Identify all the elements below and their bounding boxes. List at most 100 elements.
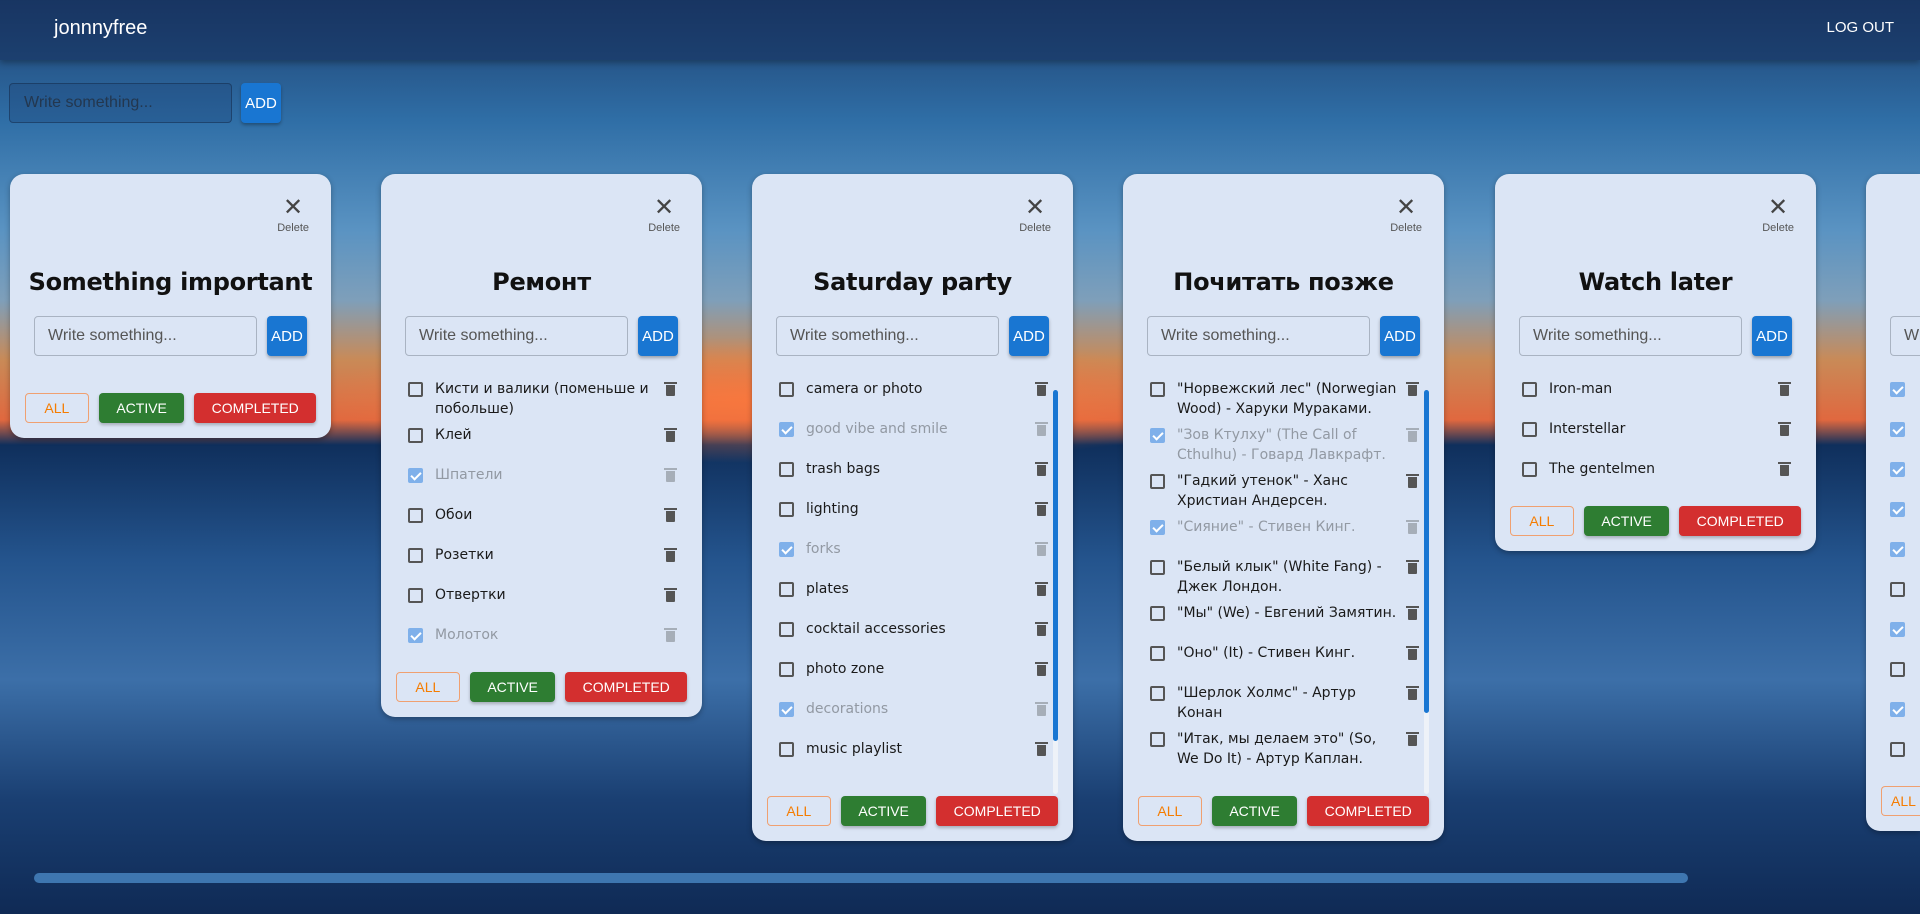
filter-active-button[interactable]: ACTIVE	[1583, 506, 1670, 536]
item-checkbox[interactable]	[1890, 542, 1905, 557]
trash-icon[interactable]	[1035, 742, 1048, 756]
new-item-input[interactable]	[34, 316, 257, 356]
scrollbar-thumb[interactable]	[1424, 390, 1429, 713]
item-checkbox[interactable]	[1150, 686, 1165, 701]
new-item-input[interactable]	[1519, 316, 1742, 356]
trash-icon[interactable]	[1406, 474, 1419, 488]
trash-icon[interactable]	[1406, 732, 1419, 746]
filter-all-button[interactable]: ALL	[396, 672, 460, 702]
filter-all-button[interactable]: ALL	[1138, 796, 1202, 826]
delete-list-button[interactable]: ✕ Delete	[277, 196, 309, 236]
new-item-input[interactable]	[776, 316, 999, 356]
trash-icon[interactable]	[664, 628, 677, 642]
add-list-button[interactable]: ADD	[241, 83, 281, 123]
item-checkbox[interactable]	[1522, 462, 1537, 477]
item-checkbox[interactable]	[1522, 422, 1537, 437]
trash-icon[interactable]	[1406, 382, 1419, 396]
scrollbar-thumb[interactable]	[1053, 390, 1058, 741]
trash-icon[interactable]	[1406, 686, 1419, 700]
item-checkbox[interactable]	[1890, 462, 1905, 477]
item-checkbox[interactable]	[1150, 474, 1165, 489]
new-item-input[interactable]	[1147, 316, 1370, 356]
delete-list-button[interactable]: ✕ Delete	[648, 196, 680, 236]
filter-active-button[interactable]: ACTIVE	[840, 796, 927, 826]
item-checkbox[interactable]	[1890, 662, 1905, 677]
item-checkbox[interactable]	[408, 548, 423, 563]
item-checkbox[interactable]	[408, 428, 423, 443]
trash-icon[interactable]	[1035, 622, 1048, 636]
new-item-input[interactable]	[1890, 316, 1920, 356]
item-checkbox[interactable]	[1890, 582, 1905, 597]
item-checkbox[interactable]	[1150, 382, 1165, 397]
item-checkbox[interactable]	[1150, 606, 1165, 621]
delete-list-button[interactable]: ✕ Delete	[1762, 196, 1794, 236]
trash-icon[interactable]	[1406, 606, 1419, 620]
trash-icon[interactable]	[664, 428, 677, 442]
item-checkbox[interactable]	[1890, 622, 1905, 637]
delete-list-button[interactable]: ✕ Delete	[1019, 196, 1051, 236]
trash-icon[interactable]	[1035, 582, 1048, 596]
item-checkbox[interactable]	[1150, 428, 1165, 443]
add-item-button[interactable]: ADD	[267, 316, 307, 356]
item-checkbox[interactable]	[1150, 732, 1165, 747]
trash-icon[interactable]	[1778, 422, 1791, 436]
item-checkbox[interactable]	[779, 622, 794, 637]
filter-completed-button[interactable]: COMPLETED	[1679, 506, 1801, 536]
item-checkbox[interactable]	[779, 702, 794, 717]
trash-icon[interactable]	[1778, 462, 1791, 476]
item-checkbox[interactable]	[1890, 702, 1905, 717]
filter-active-button[interactable]: ACTIVE	[98, 393, 185, 423]
trash-icon[interactable]	[1778, 382, 1791, 396]
item-checkbox[interactable]	[1150, 520, 1165, 535]
item-checkbox[interactable]	[408, 588, 423, 603]
item-checkbox[interactable]	[779, 662, 794, 677]
item-checkbox[interactable]	[1150, 646, 1165, 661]
trash-icon[interactable]	[1406, 428, 1419, 442]
trash-icon[interactable]	[664, 382, 677, 396]
trash-icon[interactable]	[664, 548, 677, 562]
add-item-button[interactable]: ADD	[1009, 316, 1049, 356]
item-checkbox[interactable]	[779, 422, 794, 437]
trash-icon[interactable]	[664, 468, 677, 482]
filter-all-button[interactable]: ALL	[1881, 786, 1920, 816]
trash-icon[interactable]	[1406, 646, 1419, 660]
filter-completed-button[interactable]: COMPLETED	[1307, 796, 1429, 826]
filter-completed-button[interactable]: COMPLETED	[936, 796, 1058, 826]
filter-all-button[interactable]: ALL	[1510, 506, 1574, 536]
filter-completed-button[interactable]: COMPLETED	[194, 393, 316, 423]
item-checkbox[interactable]	[779, 502, 794, 517]
list-scrollbar[interactable]	[1424, 390, 1429, 794]
filter-active-button[interactable]: ACTIVE	[1211, 796, 1298, 826]
new-list-input[interactable]	[9, 83, 232, 123]
item-checkbox[interactable]	[408, 508, 423, 523]
trash-icon[interactable]	[1035, 502, 1048, 516]
trash-icon[interactable]	[664, 508, 677, 522]
item-checkbox[interactable]	[1890, 502, 1905, 517]
trash-icon[interactable]	[1035, 662, 1048, 676]
item-checkbox[interactable]	[408, 628, 423, 643]
item-checkbox[interactable]	[779, 462, 794, 477]
trash-icon[interactable]	[1035, 702, 1048, 716]
new-item-input[interactable]	[405, 316, 628, 356]
item-checkbox[interactable]	[1890, 742, 1905, 757]
item-checkbox[interactable]	[779, 742, 794, 757]
add-item-button[interactable]: ADD	[1752, 316, 1792, 356]
horizontal-scrollbar[interactable]	[34, 873, 1688, 883]
filter-all-button[interactable]: ALL	[25, 393, 89, 423]
item-checkbox[interactable]	[1522, 382, 1537, 397]
trash-icon[interactable]	[1406, 560, 1419, 574]
trash-icon[interactable]	[1035, 382, 1048, 396]
item-checkbox[interactable]	[408, 468, 423, 483]
trash-icon[interactable]	[664, 588, 677, 602]
item-checkbox[interactable]	[1150, 560, 1165, 575]
list-scrollbar[interactable]	[1053, 390, 1058, 794]
add-item-button[interactable]: ADD	[638, 316, 678, 356]
item-checkbox[interactable]	[1890, 382, 1905, 397]
filter-active-button[interactable]: ACTIVE	[469, 672, 556, 702]
item-checkbox[interactable]	[779, 382, 794, 397]
trash-icon[interactable]	[1035, 462, 1048, 476]
item-checkbox[interactable]	[779, 582, 794, 597]
item-checkbox[interactable]	[1890, 422, 1905, 437]
delete-list-button[interactable]: ✕ Delete	[1390, 196, 1422, 236]
item-checkbox[interactable]	[779, 542, 794, 557]
